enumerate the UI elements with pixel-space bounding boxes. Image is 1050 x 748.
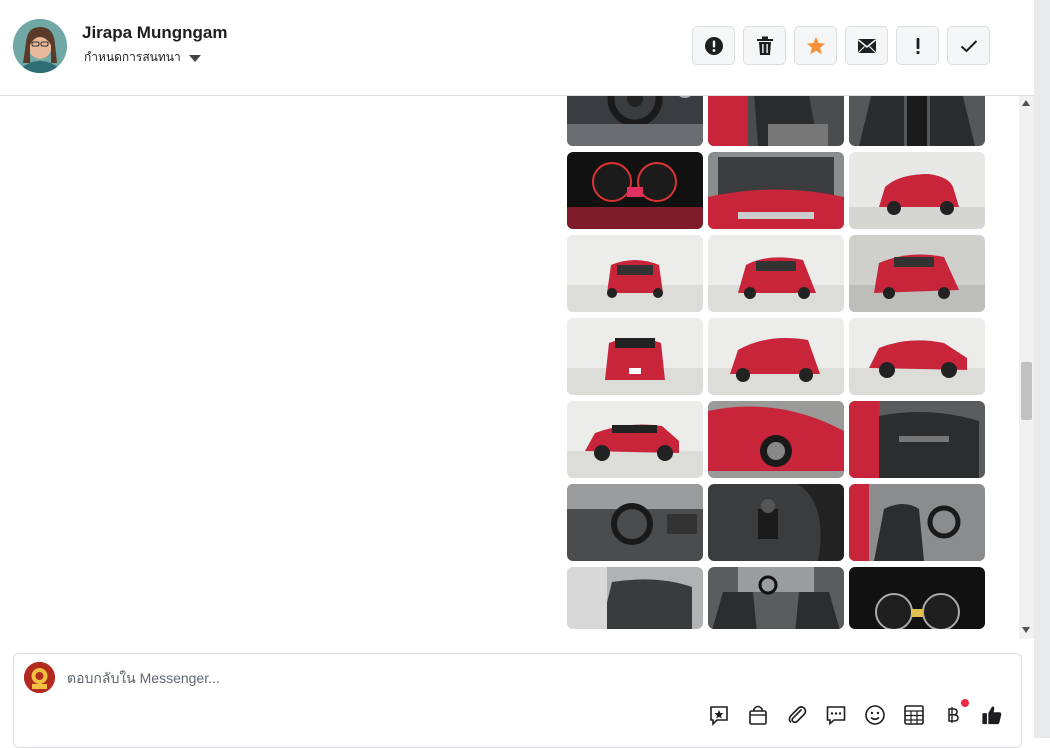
scroll-down-arrow-icon[interactable] <box>1022 627 1030 633</box>
image-gallery <box>567 96 985 639</box>
trash-icon <box>756 36 773 55</box>
star-button[interactable] <box>794 26 837 65</box>
notification-badge <box>961 699 969 707</box>
gallery-image[interactable] <box>567 235 703 312</box>
gallery-image[interactable] <box>708 235 844 312</box>
mark-unread-button[interactable] <box>845 26 888 65</box>
conversation-header: Jirapa Mungngam กำหนดการสนทนา <box>0 0 1034 96</box>
gallery-image[interactable] <box>567 152 703 229</box>
gallery-image[interactable] <box>849 401 985 478</box>
gallery-image[interactable] <box>567 96 703 146</box>
report-spam-button[interactable] <box>692 26 735 65</box>
gallery-image[interactable] <box>567 567 703 629</box>
gallery-image[interactable] <box>708 152 844 229</box>
delete-button[interactable] <box>743 26 786 65</box>
chat-bubble-icon[interactable] <box>825 704 847 726</box>
gallery-image[interactable] <box>849 96 985 146</box>
attachment-icon[interactable] <box>786 704 808 726</box>
scrollbar-thumb[interactable] <box>1021 362 1032 420</box>
message-thread[interactable] <box>0 96 1034 639</box>
window-edge <box>1034 0 1050 738</box>
check-icon <box>960 39 977 52</box>
mark-done-button[interactable] <box>947 26 990 65</box>
important-button[interactable] <box>896 26 939 65</box>
gallery-image[interactable] <box>567 484 703 561</box>
page-avatar <box>24 662 55 693</box>
gallery-image[interactable] <box>849 567 985 629</box>
gallery-image[interactable] <box>849 318 985 395</box>
saved-reply-icon[interactable] <box>708 704 730 726</box>
thread-scrollbar[interactable] <box>1019 96 1034 639</box>
gallery-image[interactable] <box>849 152 985 229</box>
baht-payment-icon[interactable] <box>942 699 969 726</box>
gallery-image[interactable] <box>708 401 844 478</box>
reply-composer <box>13 653 1022 748</box>
emoji-icon[interactable] <box>864 704 886 726</box>
composer-toolbar <box>708 699 1003 726</box>
star-icon <box>806 36 825 54</box>
gallery-image[interactable] <box>708 96 844 146</box>
header-actions <box>692 26 990 65</box>
gallery-image[interactable] <box>708 318 844 395</box>
gallery-image[interactable] <box>708 484 844 561</box>
envelope-icon <box>857 38 876 53</box>
alert-circle-icon <box>704 36 723 55</box>
thumbs-up-icon[interactable] <box>981 704 1003 726</box>
reply-input[interactable] <box>67 670 667 686</box>
assign-conversation-dropdown[interactable]: กำหนดการสนทนา <box>84 48 201 67</box>
table-icon[interactable] <box>903 704 925 726</box>
shop-bag-icon[interactable] <box>747 704 769 726</box>
gallery-image[interactable] <box>708 567 844 629</box>
contact-avatar[interactable] <box>13 19 67 73</box>
gallery-image[interactable] <box>849 484 985 561</box>
scroll-up-arrow-icon[interactable] <box>1022 100 1030 106</box>
gallery-image[interactable] <box>849 235 985 312</box>
assign-label: กำหนดการสนทนา <box>84 50 181 64</box>
exclamation-icon <box>916 37 919 54</box>
gallery-image[interactable] <box>567 318 703 395</box>
contact-name[interactable]: Jirapa Mungngam <box>82 23 227 43</box>
gallery-image[interactable] <box>567 401 703 478</box>
caret-down-icon <box>188 55 201 62</box>
